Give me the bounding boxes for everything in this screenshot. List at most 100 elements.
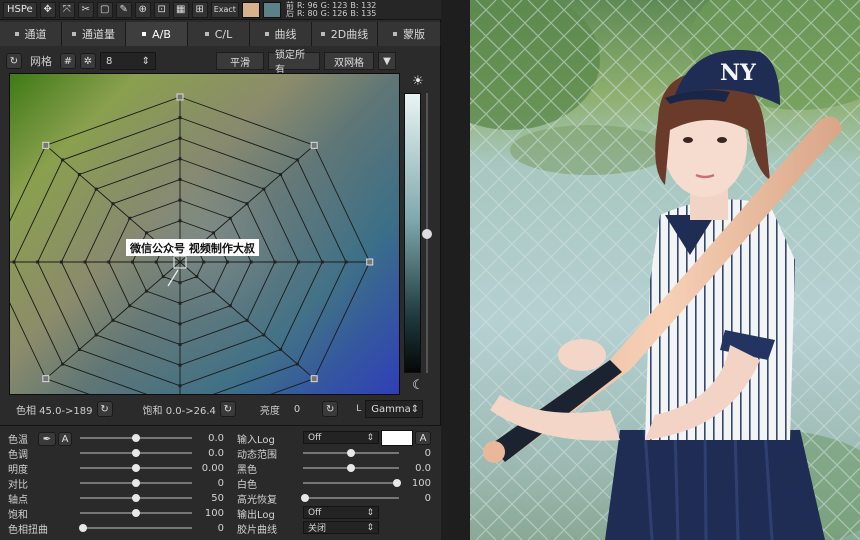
log-select[interactable]: Off ⇕ [303, 431, 379, 444]
zoom-icon[interactable]: ⊕ [134, 1, 151, 18]
slider-handle[interactable] [132, 464, 140, 472]
grid-control-point[interactable] [225, 260, 229, 264]
smooth-button[interactable]: 平滑 [216, 52, 264, 70]
a-toggle-left[interactable]: A [58, 432, 72, 446]
grid-control-point[interactable] [310, 141, 318, 149]
grid-control-point[interactable] [178, 219, 182, 223]
slider-handle[interactable] [301, 494, 309, 502]
grid-control-point[interactable] [42, 141, 50, 149]
slider-handle[interactable] [79, 524, 87, 532]
log-select[interactable]: Off ⇕ [303, 506, 379, 519]
before-color-swatch[interactable] [241, 1, 260, 18]
grid-control-point[interactable] [12, 260, 16, 264]
grid-control-point[interactable] [273, 260, 277, 264]
eyedropper-icon[interactable]: ✒ [38, 432, 56, 446]
slider-handle[interactable] [132, 494, 140, 502]
a-toggle-right[interactable]: A [415, 431, 431, 445]
grid-control-point[interactable] [42, 375, 50, 383]
menu-dropdown-icon[interactable]: ▼ [378, 52, 396, 70]
grid-control-point[interactable] [178, 281, 182, 285]
divisions-stepper[interactable]: 8 ⇕ [100, 52, 156, 70]
grid-control-point[interactable] [228, 216, 232, 220]
grid-control-point[interactable] [245, 202, 249, 206]
grid-control-point[interactable] [61, 362, 65, 366]
grid-control-point[interactable] [178, 157, 182, 161]
slider-track[interactable] [303, 497, 399, 499]
grid-control-point[interactable] [178, 198, 182, 202]
mode-dropdown[interactable]: HSPe [3, 1, 37, 18]
grid-control-point[interactable] [178, 322, 182, 326]
grid-control-point[interactable] [59, 260, 63, 264]
grid-control-point[interactable] [310, 375, 318, 383]
grid-control-point[interactable] [202, 260, 206, 264]
radial-grid-icon[interactable]: ✲ [80, 53, 96, 69]
slider-handle[interactable] [132, 479, 140, 487]
grid-control-point[interactable] [144, 231, 148, 235]
grid-control-point[interactable] [61, 158, 65, 162]
tab-channel[interactable]: 通道 [0, 22, 62, 46]
log-select[interactable]: 关闭 ⇕ [303, 521, 379, 534]
grid-control-point[interactable] [279, 172, 283, 176]
saturation-reset-icon[interactable]: ↻ [219, 401, 236, 417]
tab-2d-curves[interactable]: 2D曲线 [312, 22, 378, 46]
hue-reset-icon[interactable]: ↻ [96, 401, 113, 417]
grid-control-point[interactable] [111, 318, 115, 322]
grid-control-point[interactable] [195, 275, 199, 279]
grid-control-point[interactable] [212, 289, 216, 293]
grid-control-point[interactable] [107, 260, 111, 264]
reset-icon[interactable]: ↻ [6, 53, 22, 69]
grid-control-point[interactable] [295, 158, 299, 162]
spider-web-grid[interactable] [10, 74, 400, 395]
exact-button[interactable]: Exact [210, 1, 239, 18]
grid-control-point[interactable] [295, 362, 299, 366]
slider-handle[interactable] [132, 434, 140, 442]
grid-control-point[interactable] [94, 333, 98, 337]
picker-icon[interactable]: ✎ [115, 1, 132, 18]
grid-control-point[interactable] [344, 260, 348, 264]
grid-control-point[interactable] [128, 216, 132, 220]
lock-all-button[interactable]: 锁定所有 [268, 50, 320, 76]
grid-control-point[interactable] [36, 260, 40, 264]
tab-ab[interactable]: A/B [126, 22, 188, 46]
grid-control-point[interactable] [178, 384, 182, 388]
double-grid-button[interactable]: 双网格 [324, 52, 374, 70]
grid-control-point[interactable] [262, 333, 266, 337]
grid-control-point[interactable] [320, 260, 324, 264]
grid-view-icon[interactable]: ▦ [172, 1, 189, 18]
grid-control-point[interactable] [77, 348, 81, 352]
grid-control-point[interactable] [161, 275, 165, 279]
grid-control-point[interactable] [94, 187, 98, 191]
grid-control-point[interactable] [178, 116, 182, 120]
grid-control-point[interactable] [131, 260, 135, 264]
color-wheel-grid[interactable]: 微信公众号 视频制作大叔 [9, 73, 400, 395]
grid-icon[interactable]: # [60, 53, 76, 69]
after-color-swatch[interactable] [262, 1, 281, 18]
slider-handle[interactable] [347, 464, 355, 472]
grid-control-point[interactable] [249, 260, 253, 264]
grid-control-point[interactable] [77, 172, 81, 176]
tab-curves[interactable]: 曲线 [250, 22, 312, 46]
brightness-reset-icon[interactable]: ↻ [322, 401, 339, 417]
grid-control-point[interactable] [144, 289, 148, 293]
slider-handle[interactable] [393, 479, 401, 487]
scissors-icon[interactable]: ✂ [77, 1, 94, 18]
gamma-dropdown[interactable]: Gamma ⇕ [365, 400, 424, 418]
grid-control-point[interactable] [176, 93, 184, 101]
tab-mask[interactable]: 蒙版 [378, 22, 441, 46]
output-white-swatch[interactable] [381, 430, 413, 446]
grid-control-point[interactable] [262, 187, 266, 191]
tab-channel-amount[interactable]: 通道量 [62, 22, 126, 46]
target-icon[interactable]: ⊞ [191, 1, 208, 18]
move-icon[interactable]: ✥ [39, 1, 56, 18]
slider-handle[interactable] [132, 449, 140, 457]
slider-track[interactable] [80, 527, 192, 529]
grid-control-point[interactable] [178, 363, 182, 367]
grid-control-point[interactable] [128, 304, 132, 308]
tab-cl[interactable]: C/L [188, 22, 250, 46]
grid-control-point[interactable] [366, 258, 374, 266]
grid-control-point[interactable] [279, 348, 283, 352]
select-icon[interactable]: ▢ [96, 1, 113, 18]
grid-control-point[interactable] [228, 304, 232, 308]
grid-control-point[interactable] [178, 178, 182, 181]
grid-control-point[interactable] [178, 343, 182, 346]
